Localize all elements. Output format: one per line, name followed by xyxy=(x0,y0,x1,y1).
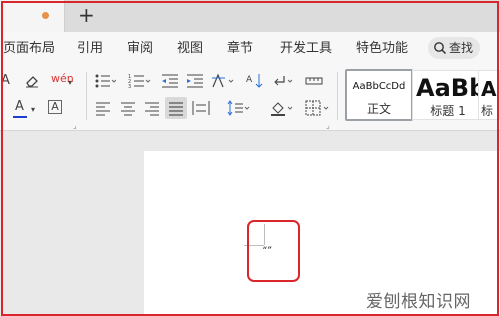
group-divider xyxy=(337,72,338,120)
font-color-swatch xyxy=(13,116,27,118)
style-heading-2-preview: Aa xyxy=(481,77,499,101)
phonetic-dropdown-icon[interactable]: ▾ xyxy=(68,76,72,90)
shrink-font-button[interactable]: A xyxy=(1,74,10,88)
align-right-icon[interactable] xyxy=(144,100,160,116)
justify-icon xyxy=(169,102,183,116)
font-color-button[interactable]: A xyxy=(15,100,24,114)
tab-bar: + xyxy=(0,0,500,32)
svg-text:A: A xyxy=(246,75,253,85)
borders-icon[interactable] xyxy=(305,100,331,116)
menu-features[interactable]: 特色功能 xyxy=(356,41,408,57)
eraser-icon[interactable] xyxy=(24,74,40,88)
style-heading-2-label: 标 xyxy=(481,104,494,118)
bullet-list-icon[interactable] xyxy=(94,73,116,89)
search-label: 查找 xyxy=(449,41,474,55)
align-center-icon[interactable] xyxy=(120,100,136,116)
decrease-indent-icon[interactable] xyxy=(161,73,179,89)
group-divider xyxy=(86,72,87,120)
watermark-text: 爱刨根知识网 xyxy=(366,292,471,312)
line-spacing-icon[interactable] xyxy=(227,100,251,116)
menu-references[interactable]: 引用 xyxy=(77,41,103,57)
annotation-highlight-box xyxy=(247,220,300,282)
align-left-icon[interactable] xyxy=(95,100,111,116)
font-color-dropdown-icon[interactable]: ▾ xyxy=(31,103,35,117)
menu-review[interactable]: 审阅 xyxy=(127,41,153,57)
new-tab-button[interactable]: + xyxy=(78,4,95,26)
style-normal[interactable]: AaBbCcDd 正文 xyxy=(345,69,413,121)
menu-bar: 页面布局 引用 审阅 视图 章节 开发工具 特色功能 查找 xyxy=(0,32,500,66)
character-border-button[interactable]: A xyxy=(48,100,62,114)
ribbon-toolbar: A wén ▾ 123 A A ▾ A ⌟ ⌟ AaBbCcDd 正文 AaBb… xyxy=(0,66,500,131)
style-heading-1-label: 标题 1 xyxy=(430,104,466,118)
svg-text:3: 3 xyxy=(128,84,131,89)
shading-icon[interactable] xyxy=(270,100,294,116)
sort-icon[interactable]: A xyxy=(246,73,264,89)
unsaved-dot-icon xyxy=(42,12,49,19)
style-normal-label: 正文 xyxy=(366,102,391,116)
document-tab[interactable] xyxy=(0,0,65,32)
search-button[interactable]: 查找 xyxy=(428,37,480,59)
text-direction-icon[interactable] xyxy=(211,73,235,89)
style-heading-1-preview: AaBb xyxy=(416,74,487,102)
style-normal-preview: AaBbCcDd xyxy=(352,81,406,92)
numbered-list-icon[interactable]: 123 xyxy=(128,73,152,89)
search-icon xyxy=(434,42,447,55)
menu-developer[interactable]: 开发工具 xyxy=(280,41,332,57)
style-heading-2[interactable]: Aa 标 xyxy=(478,70,500,120)
style-heading-1[interactable]: AaBb 标题 1 xyxy=(412,70,487,120)
justify-button[interactable] xyxy=(165,97,187,119)
menu-chapter[interactable]: 章节 xyxy=(227,41,253,57)
distributed-align-icon[interactable] xyxy=(192,100,210,116)
ruler-icon[interactable] xyxy=(305,73,323,89)
menu-view[interactable]: 视图 xyxy=(177,41,203,57)
menu-page-layout[interactable]: 页面布局 xyxy=(3,41,55,57)
line-break-icon[interactable] xyxy=(272,73,294,89)
increase-indent-icon[interactable] xyxy=(186,73,204,89)
